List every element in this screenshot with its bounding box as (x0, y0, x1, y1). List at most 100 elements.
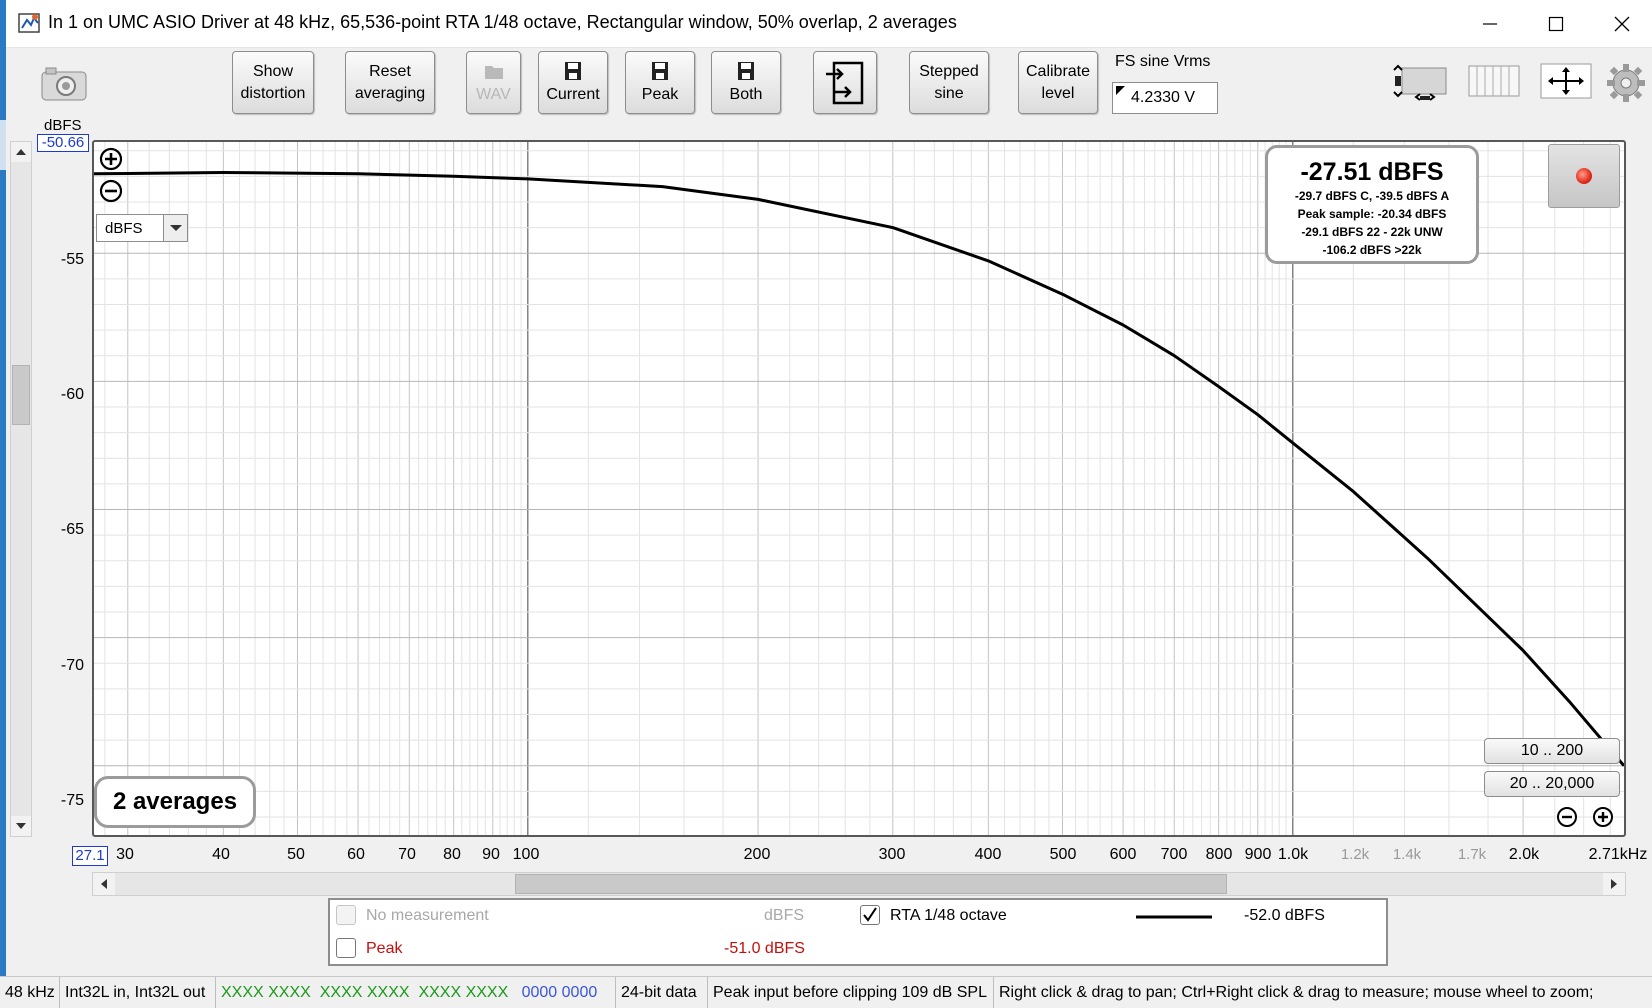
zoom-in-icon[interactable] (99, 147, 123, 171)
traces-panel-icon[interactable] (1466, 60, 1522, 102)
vertical-scrollbar[interactable] (10, 141, 32, 837)
x-axis-left-value[interactable]: 27.1 (72, 846, 108, 866)
scroll-up-arrow-icon[interactable] (11, 142, 31, 162)
rta-trace-value: -52.0 dBFS (1244, 907, 1325, 924)
show-distortion-label-1: Show (252, 62, 294, 80)
checkmark-icon (863, 907, 877, 922)
scroll-right-arrow-icon[interactable] (1603, 873, 1625, 895)
scroll-down-arrow-icon[interactable] (11, 816, 31, 836)
x-tick-label: 100 (512, 846, 540, 863)
calibrate-level-label-1: Calibrate (1025, 62, 1091, 80)
y-tick-label: -75 (60, 792, 84, 809)
scroll-left-arrow-icon[interactable] (93, 873, 115, 895)
x-tick-label: 50 (287, 846, 305, 863)
peak-checkbox[interactable] (336, 938, 356, 958)
y-unit-select[interactable]: dBFS (96, 214, 188, 242)
vertical-scroll-thumb[interactable] (12, 365, 30, 425)
x-tick-label: 700 (1160, 846, 1188, 863)
wav-button[interactable]: WAV (466, 51, 521, 114)
level-above-22k: -106.2 dBFS >22k (1322, 243, 1422, 257)
input-output-button[interactable] (813, 51, 877, 114)
x-tick-label: 90 (482, 846, 500, 863)
close-button[interactable] (1592, 0, 1652, 48)
y-axis-top-value[interactable]: -50.66 (37, 134, 89, 152)
range-10-200-button[interactable]: 10 .. 200 (1484, 738, 1620, 764)
camera-icon[interactable] (40, 66, 88, 102)
record-icon (1576, 168, 1592, 184)
y-axis-unit: dBFS (44, 117, 82, 134)
x-zoom-out-icon[interactable] (1556, 806, 1578, 828)
stepped-sine-label-1: Stepped (919, 62, 979, 80)
stepped-sine-button[interactable]: Stepped sine (909, 51, 989, 114)
minimize-button[interactable] (1460, 0, 1520, 48)
status-bar: 48 kHz Int32L in, Int32L out XXXX XXXX X… (0, 976, 1652, 1008)
status-sample-rate: 48 kHz (0, 977, 60, 1008)
trace-legend: No measurement dBFS Peak -51.0 dBFS RTA … (328, 898, 1388, 966)
fit-axes-icon[interactable] (1538, 60, 1594, 102)
window-title: In 1 on UMC ASIO Driver at 48 kHz, 65,53… (48, 12, 957, 32)
horizontal-scrollbar[interactable] (92, 872, 1626, 896)
reset-averaging-label-1: Reset (369, 62, 411, 80)
rta-trace-label: RTA 1/48 octave (890, 907, 1007, 924)
no-measurement-checkbox[interactable] (336, 905, 356, 925)
save-current-button[interactable]: Current (538, 51, 608, 114)
calibrate-level-label-2: level (1041, 84, 1075, 102)
rta-checkbox[interactable] (860, 905, 880, 925)
reset-averaging-label-2: averaging (354, 84, 426, 102)
save-icon (652, 61, 668, 80)
rew-window: { "window": { "title": "In 1 on UMC ASIO… (0, 0, 1652, 1008)
meter-green-1: XXXX XXXX (221, 984, 311, 1001)
show-distortion-button[interactable]: Show distortion (232, 51, 314, 114)
status-bit-depth-text: 24-bit data (621, 984, 697, 1001)
meter-green-2: XXXX XXXX (319, 984, 410, 1001)
no-measurement-label: No measurement (366, 907, 489, 924)
save-peak-button[interactable]: Peak (625, 51, 695, 114)
record-button[interactable] (1548, 144, 1620, 208)
level-unweighted: -29.1 dBFS 22 - 22k UNW (1301, 225, 1443, 239)
y-tick-label: -60 (60, 386, 84, 403)
x-minor-tick-label: 1.2k (1340, 846, 1370, 863)
x-tick-label: 70 (398, 846, 416, 863)
status-hint: Right click & drag to pan; Ctrl+Right cl… (994, 977, 1652, 1008)
status-meters: XXXX XXXX XXXX XXXX XXXX XXXX 0000 0000 (216, 977, 616, 1008)
horizontal-scroll-thumb[interactable] (515, 874, 1227, 894)
graph-area-icon[interactable] (1390, 60, 1450, 102)
settings-gear-icon[interactable] (1606, 62, 1646, 104)
peak-label: Peak (641, 85, 679, 103)
fs-sine-label: FS sine Vrms (1115, 53, 1211, 70)
y-tick-label: -70 (60, 657, 84, 674)
x-tick-label: 2.0k (1508, 846, 1540, 863)
x-tick-label: 60 (347, 846, 365, 863)
x-zoom-in-icon[interactable] (1592, 806, 1614, 828)
x-tick-label: 1.0k (1277, 846, 1309, 863)
chevron-down-icon[interactable] (163, 215, 187, 241)
calibrate-level-button[interactable]: Calibrate level (1018, 51, 1098, 114)
save-both-button[interactable]: Both (711, 51, 781, 114)
status-bit-depth: 24-bit data (616, 977, 708, 1008)
background-window-strip (0, 120, 6, 170)
no-measurement-unit: dBFS (764, 907, 805, 924)
zoom-out-icon[interactable] (99, 179, 123, 203)
fs-sine-value: 4.2330 V (1131, 89, 1196, 106)
status-io-format: Int32L in, Int32L out (60, 977, 216, 1008)
wav-label: WAV (476, 85, 511, 103)
x-tick-label: 500 (1049, 846, 1077, 863)
y-unit-select-value: dBFS (105, 220, 143, 237)
x-tick-label: 400 (974, 846, 1002, 863)
fs-sine-vrms-field[interactable]: 4.2330 V (1112, 82, 1218, 114)
maximize-button[interactable] (1526, 0, 1586, 48)
minimize-icon (1483, 23, 1497, 25)
y-tick-label: -65 (60, 521, 84, 538)
app-icon (18, 13, 40, 33)
x-minor-tick-label: 1.4k (1392, 846, 1422, 863)
reset-averaging-button[interactable]: Reset averaging (345, 51, 435, 114)
current-label: Current (546, 85, 600, 103)
x-tick-label: 800 (1205, 846, 1233, 863)
level-weighted: -29.7 dBFS C, -39.5 dBFS A (1294, 189, 1450, 203)
status-sample-rate-text: 48 kHz (5, 984, 55, 1001)
save-icon (565, 61, 581, 80)
range-20-20000-button[interactable]: 20 .. 20,000 (1484, 771, 1620, 797)
level-peak-sample: Peak sample: -20.34 dBFS (1297, 207, 1447, 221)
title-bar: In 1 on UMC ASIO Driver at 48 kHz, 65,53… (6, 0, 1652, 48)
status-peak-input: Peak input before clipping 109 dB SPL (708, 977, 994, 1008)
